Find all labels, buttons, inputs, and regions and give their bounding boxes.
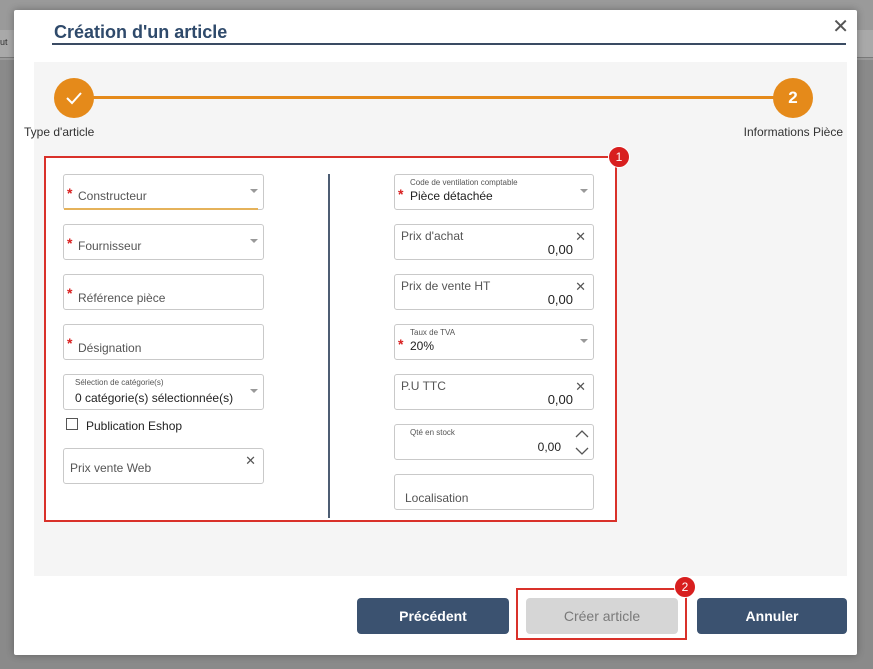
chevron-down-icon[interactable] <box>250 189 258 193</box>
prix-vente-ht-input[interactable]: Prix de vente HT 0,00 ✕ <box>394 274 594 310</box>
clear-icon[interactable]: ✕ <box>575 279 586 295</box>
constructeur-select[interactable]: * Constructeur <box>63 174 264 210</box>
chevron-down-icon[interactable] <box>250 389 258 393</box>
publication-eshop-label: Publication Eshop <box>86 419 183 433</box>
ventilation-value: Pièce détachée <box>410 189 493 203</box>
close-icon[interactable]: ✕ <box>832 14 849 39</box>
reference-placeholder: Référence pièce <box>78 291 166 305</box>
reference-piece-input[interactable]: * Référence pièce <box>63 274 264 310</box>
annotation-badge-1: 1 <box>608 146 630 168</box>
pu-ttc-value: 0,00 <box>547 392 573 407</box>
tva-label: Taux de TVA <box>410 328 456 337</box>
clear-icon[interactable]: ✕ <box>575 229 586 245</box>
chevron-down-icon[interactable] <box>250 239 258 243</box>
step-1-complete[interactable] <box>54 78 94 118</box>
precedent-button[interactable]: Précédent <box>357 598 509 634</box>
prix-vente-web-input[interactable]: Prix vente Web ✕ <box>63 448 264 484</box>
required-marker: * <box>398 336 404 352</box>
backdrop-text: ut <box>0 37 8 47</box>
required-marker: * <box>67 335 73 351</box>
prix-vente-label: Prix de vente HT <box>401 279 491 293</box>
dialog-title: Création d'un article <box>54 22 228 42</box>
focus-underline <box>64 208 258 210</box>
ventilation-select[interactable]: Code de ventilation comptable * Pièce dé… <box>394 174 594 210</box>
creer-article-button[interactable]: Créer article <box>526 598 678 634</box>
designation-placeholder: Désignation <box>78 341 142 355</box>
prix-web-placeholder: Prix vente Web <box>70 461 152 475</box>
clear-icon[interactable]: ✕ <box>245 453 256 469</box>
categorie-label: Sélection de catégorie(s) <box>75 378 164 387</box>
annotation-badge-2: 2 <box>674 576 696 598</box>
prix-achat-value: 0,00 <box>547 242 573 257</box>
chevron-down-icon[interactable] <box>580 189 588 193</box>
publication-eshop-checkbox[interactable] <box>66 418 78 430</box>
localisation-input[interactable]: Localisation <box>394 474 594 510</box>
designation-input[interactable]: * Désignation <box>63 324 264 360</box>
pu-ttc-input[interactable]: P.U TTC 0,00 ✕ <box>394 374 594 410</box>
required-marker: * <box>398 186 404 202</box>
check-icon <box>66 92 82 105</box>
chevron-down-icon[interactable] <box>575 447 589 455</box>
step-2-current[interactable]: 2 <box>773 78 813 118</box>
chevron-down-icon[interactable] <box>580 339 588 343</box>
title-divider <box>52 43 846 45</box>
fournisseur-placeholder: Fournisseur <box>78 239 142 253</box>
column-divider <box>328 174 330 518</box>
tva-value: 20% <box>410 339 435 353</box>
chevron-up-icon[interactable] <box>575 430 589 438</box>
categorie-value: 0 catégorie(s) sélectionnée(s) <box>75 391 234 405</box>
required-marker: * <box>67 285 73 301</box>
qte-label: Qté en stock <box>410 428 455 437</box>
prix-vente-value: 0,00 <box>547 292 573 307</box>
constructeur-placeholder: Constructeur <box>78 189 147 203</box>
prix-achat-label: Prix d'achat <box>401 229 464 243</box>
localisation-placeholder: Localisation <box>405 491 469 505</box>
qte-value: 0,00 <box>537 440 561 454</box>
qte-stock-stepper[interactable]: Qté en stock 0,00 <box>394 424 594 460</box>
required-marker: * <box>67 235 73 251</box>
prix-achat-input[interactable]: Prix d'achat 0,00 ✕ <box>394 224 594 260</box>
step-2-label: Informations Pièce <box>743 125 843 139</box>
tva-select[interactable]: Taux de TVA * 20% <box>394 324 594 360</box>
stepper-line <box>74 96 794 99</box>
pu-ttc-label: P.U TTC <box>401 379 446 393</box>
annuler-button[interactable]: Annuler <box>697 598 847 634</box>
categorie-select[interactable]: Sélection de catégorie(s) 0 catégorie(s)… <box>63 374 264 410</box>
required-marker: * <box>67 185 73 201</box>
step-1-label: Type d'article <box>24 125 95 139</box>
fournisseur-select[interactable]: * Fournisseur <box>63 224 264 260</box>
create-article-dialog: Création d'un article ✕ 2 Type d'article… <box>14 10 857 655</box>
ventilation-label: Code de ventilation comptable <box>410 178 518 187</box>
clear-icon[interactable]: ✕ <box>575 379 586 395</box>
